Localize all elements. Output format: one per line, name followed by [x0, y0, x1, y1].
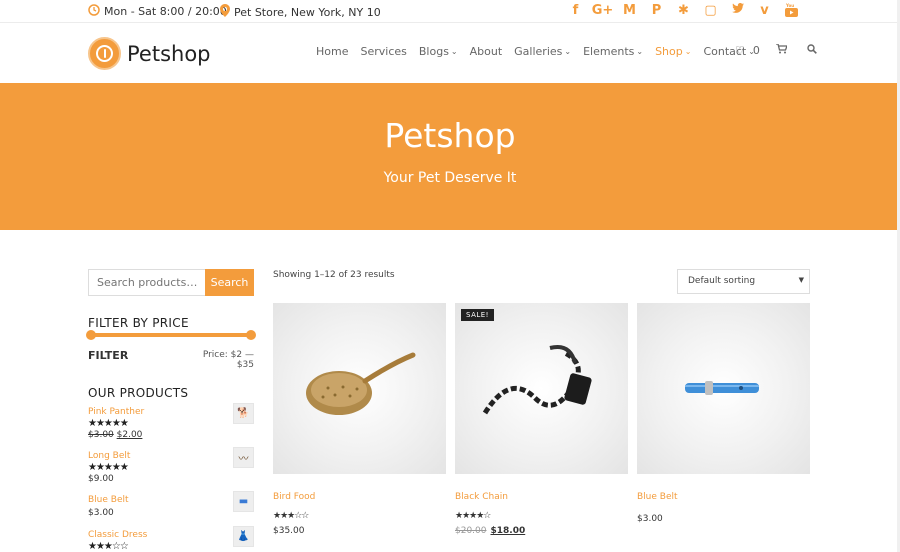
sidebar-product: Pink Panther ★★★★★ $3.00 $2.00 🐕: [88, 403, 254, 440]
hero-subtitle: Your Pet Deserve It: [383, 170, 517, 186]
slider-min-handle[interactable]: [86, 330, 96, 340]
product-name-link[interactable]: Blue Belt: [637, 492, 678, 502]
nav-home[interactable]: Home: [316, 45, 348, 58]
sidebar-product: Long Belt ★★★★★ $9.00 〰: [88, 447, 254, 484]
location-text: Pet Store, New York, NY 10: [234, 5, 381, 19]
logo-text: Petshop: [127, 41, 211, 66]
nav-services[interactable]: Services: [360, 45, 406, 58]
twitch-icon[interactable]: ▢: [697, 3, 724, 22]
product-image[interactable]: [637, 303, 810, 474]
star-rating: ★★★☆☆: [88, 541, 129, 552]
business-hours: Mon - Sat 8:00 / 20:00: [88, 4, 227, 19]
site-logo[interactable]: Petshop: [88, 37, 211, 70]
product-price: $3.00: [637, 514, 663, 524]
star-rating: ★★★★★: [88, 462, 129, 473]
caret-down-icon: ▼: [798, 276, 804, 284]
bone-logo-icon: [88, 37, 121, 70]
wishlist-button[interactable]: ♡ 0: [735, 44, 768, 57]
slack-icon[interactable]: ✱: [670, 3, 697, 22]
star-rating: ★★★☆☆: [273, 511, 309, 521]
product-price: $9.00: [88, 474, 114, 484]
sort-select[interactable]: Default sorting ▼: [677, 269, 810, 294]
search-icon[interactable]: [807, 44, 817, 57]
product-link[interactable]: Long Belt: [88, 451, 254, 461]
product-thumbnail[interactable]: ▬: [233, 491, 254, 512]
nav-blogs[interactable]: Blogs ⌄: [419, 45, 458, 58]
svg-text:You: You: [785, 3, 794, 8]
page-hero: Petshop Your Pet Deserve It: [0, 83, 900, 230]
product-link[interactable]: Pink Panther: [88, 407, 254, 417]
header-icons: ♡ 0: [735, 43, 825, 57]
chevron-down-icon: ⌄: [564, 47, 572, 56]
top-bar: Mon - Sat 8:00 / 20:00 Pet Store, New Yo…: [0, 0, 900, 23]
product-thumbnail[interactable]: 🐕: [233, 403, 254, 424]
youtube-icon[interactable]: You: [778, 3, 805, 22]
sort-selected-value: Default sorting: [688, 276, 756, 286]
chevron-down-icon: ⌄: [636, 47, 644, 56]
sidebar-product: Blue Belt $3.00 ▬: [88, 491, 254, 518]
blue-belt-icon: [685, 381, 759, 395]
cart-icon[interactable]: [775, 43, 788, 57]
hero-title: Petshop: [384, 116, 516, 155]
product-price: $3.00 $2.00: [88, 430, 143, 440]
product-price: $35.00: [273, 526, 305, 536]
results-count: Showing 1–12 of 23 results: [273, 270, 395, 280]
facebook-icon[interactable]: f: [562, 3, 589, 22]
nav-shop[interactable]: Shop ⌄: [655, 45, 691, 58]
nav-galleries[interactable]: Galleries ⌄: [514, 45, 571, 58]
product-link[interactable]: Classic Dress: [88, 530, 254, 540]
product-price: $3.00: [88, 508, 114, 518]
product-price: $20.00 $18.00: [455, 526, 526, 536]
star-rating: ★★★★★: [88, 418, 129, 429]
clock-icon: [88, 4, 100, 19]
nav-about[interactable]: About: [470, 45, 503, 58]
product-thumbnail[interactable]: 👗: [233, 526, 254, 547]
site-header: Petshop Home Services Blogs ⌄ About Galle…: [0, 24, 900, 82]
store-location: Pet Store, New York, NY 10: [220, 4, 381, 20]
price-range-text: Price: $2 — $35: [202, 350, 254, 370]
price-slider[interactable]: [86, 330, 256, 340]
heart-icon: ♡: [735, 44, 745, 57]
chain-leash-icon: [482, 345, 592, 415]
product-image[interactable]: [455, 303, 628, 474]
main-nav: Home Services Blogs ⌄ About Galleries ⌄ El…: [316, 45, 767, 58]
search-button[interactable]: Search: [205, 269, 254, 296]
product-name-link[interactable]: Bird Food: [273, 492, 315, 502]
product-name-link[interactable]: Black Chain: [455, 492, 508, 502]
social-links: f G+ M P ✱ ▢ v You: [562, 3, 805, 22]
gmail-icon[interactable]: M: [616, 3, 643, 22]
bird-food-spoon-icon: [306, 352, 416, 415]
product-thumbnail[interactable]: 〰: [233, 447, 254, 468]
sidebar-product: Classic Dress ★★★☆☆ 👗: [88, 526, 254, 552]
star-rating: ★★★★☆: [455, 511, 491, 521]
chevron-down-icon: ⌄: [684, 47, 692, 56]
slider-max-handle[interactable]: [246, 330, 256, 340]
product-image[interactable]: [273, 303, 446, 474]
filter-price-heading: FILTER BY PRICE: [88, 316, 189, 330]
sale-badge: SALE!: [461, 309, 494, 321]
map-pin-icon: [220, 4, 230, 20]
filter-button[interactable]: FILTER: [88, 349, 128, 362]
hours-text: Mon - Sat 8:00 / 20:00: [104, 5, 227, 18]
search-input[interactable]: [88, 269, 205, 296]
google-plus-icon[interactable]: G+: [589, 3, 616, 22]
product-link[interactable]: Blue Belt: [88, 495, 254, 505]
nav-elements[interactable]: Elements ⌄: [583, 45, 643, 58]
twitter-icon[interactable]: [724, 3, 751, 22]
wishlist-count: 0: [752, 44, 760, 57]
product-search: Search: [88, 269, 254, 296]
our-products-heading: OUR PRODUCTS: [88, 386, 189, 400]
chevron-down-icon: ⌄: [450, 47, 458, 56]
vimeo-icon[interactable]: v: [751, 3, 778, 22]
paypal-icon[interactable]: P: [643, 3, 670, 22]
